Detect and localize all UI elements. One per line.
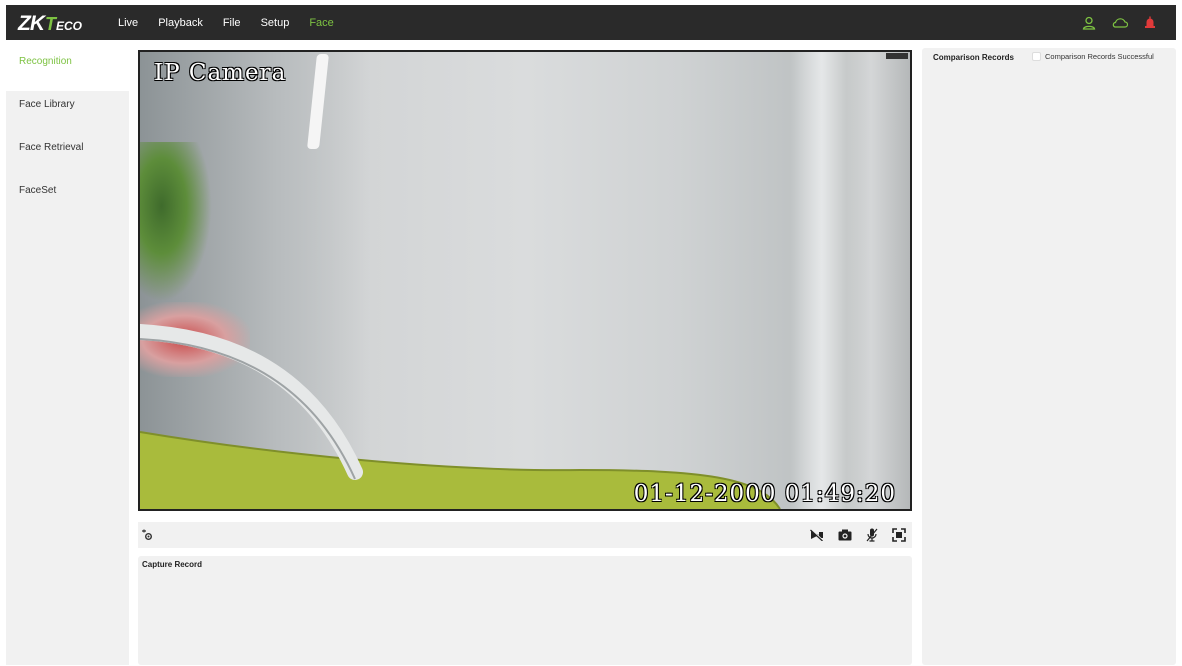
user-icon[interactable] (1082, 16, 1096, 30)
comparison-successful-label: Comparison Records Successful (1045, 52, 1154, 61)
snapshot-icon[interactable] (838, 529, 852, 541)
video-toolbar (138, 522, 912, 548)
logo-zk: ZK (18, 12, 45, 35)
cloud-icon[interactable] (1112, 16, 1128, 30)
top-navigation-bar: ZK TECO Live Playback File Setup Face (6, 5, 1176, 40)
alarm-icon[interactable] (1144, 16, 1156, 30)
nav-setup[interactable]: Setup (261, 17, 290, 29)
sidebar: Recognition Face Library Face Retrieval … (6, 48, 129, 665)
live-video-view[interactable]: IP Camera 01-12-2000 01:49:20 (138, 50, 912, 511)
video-controls (810, 522, 906, 548)
video-scene-floor (140, 324, 781, 509)
logo-t: T (45, 14, 56, 34)
mic-off-icon[interactable] (866, 528, 878, 542)
comparison-successful-filter[interactable]: Comparison Records Successful (1032, 52, 1154, 61)
comparison-records-panel: Comparison Records Comparison Records Su… (922, 48, 1176, 665)
comparison-successful-checkbox[interactable] (1032, 52, 1041, 61)
settings-toggle-icon[interactable] (141, 529, 153, 541)
record-off-icon[interactable] (810, 529, 824, 541)
sidebar-item-face-retrieval[interactable]: Face Retrieval (6, 134, 129, 177)
nav-live[interactable]: Live (118, 17, 138, 29)
nav-playback[interactable]: Playback (158, 17, 203, 29)
sidebar-item-faceset[interactable]: FaceSet (6, 177, 129, 220)
sidebar-item-face-library[interactable]: Face Library (6, 91, 129, 134)
fullscreen-icon[interactable] (892, 528, 906, 542)
comparison-records-title: Comparison Records (933, 53, 1014, 62)
logo-eco: ECO (56, 19, 83, 33)
zkteco-logo: ZK TECO (18, 12, 82, 35)
main-nav: Live Playback File Setup Face (118, 5, 354, 40)
nav-face[interactable]: Face (309, 17, 333, 29)
capture-record-title: Capture Record (142, 560, 203, 569)
logo-teco: TECO (45, 14, 82, 35)
sidebar-item-recognition[interactable]: Recognition (6, 48, 129, 91)
nav-file[interactable]: File (223, 17, 241, 29)
osd-camera-title: IP Camera (154, 60, 287, 86)
osd-status-indicator (886, 53, 908, 59)
capture-record-panel: Capture Record (138, 556, 912, 665)
header-icons (1082, 5, 1156, 40)
osd-timestamp: 01-12-2000 01:49:20 (633, 481, 896, 507)
